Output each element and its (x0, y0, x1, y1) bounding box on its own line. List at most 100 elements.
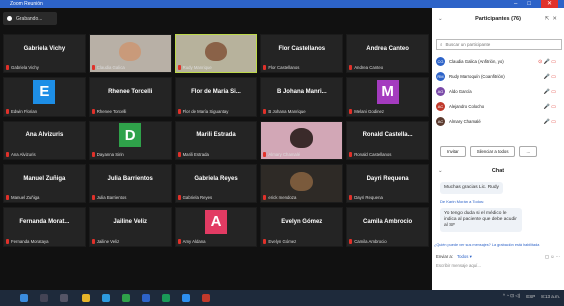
participant-name-label: Julia Barrientos (96, 195, 127, 201)
video-tile[interactable]: erick mendoza (260, 163, 344, 204)
participant-face (290, 128, 314, 148)
tile-center: D (90, 122, 171, 149)
video-tile[interactable]: Rudy Manrique (174, 34, 258, 74)
participant-name-label: Ana Alvizuris (11, 151, 36, 157)
video-tile[interactable]: Ana Alvizuris Ana Alvizuris (3, 120, 86, 160)
tile-center: Fernanda Morat... (4, 208, 85, 235)
video-tile[interactable]: A Amy Aldana (174, 207, 258, 247)
video-tile[interactable]: Andrea Canteo Andrea Canteo (346, 34, 429, 74)
video-tile[interactable]: Camila Ambrocio Camila Ambrocio (346, 207, 429, 247)
tile-center: Andrea Canteo (347, 35, 428, 62)
participant-name-label: Flor Castellanos (268, 65, 300, 71)
mute-all-button[interactable]: Silenciar a todos (469, 146, 516, 157)
participant-name: Aldo García (449, 89, 472, 94)
video-tile[interactable]: Jailine Veliz Jailine Veliz (88, 207, 172, 247)
tile-footer: Flor Castellanos (263, 65, 300, 71)
chat-message-input[interactable]: Escribir mensaje aquí... (436, 263, 481, 268)
participant-name-label: Fernanda Morataya (11, 238, 49, 244)
participants-title: Participantes (76) (475, 16, 521, 22)
chat-tools-icons[interactable]: ▢ ☺ ··· (545, 254, 560, 260)
video-tile[interactable]: Flor de María Si... Flor de María Siguant… (174, 77, 258, 117)
video-tile[interactable]: Marili Estrada Marili Estrada (174, 120, 258, 160)
participant-list-item[interactable]: AC Alejandro Colocho 🎤 ▭ (436, 99, 556, 114)
collapse-chevron-icon[interactable]: ⌄ (438, 16, 443, 22)
video-tile[interactable]: B Johana Manri... B Johana Manrique (260, 77, 344, 117)
task-view-icon[interactable] (60, 294, 68, 302)
video-tile[interactable]: Evelyn Gómez Evelyn Gómez (260, 207, 344, 247)
tile-footer: Ronald Castellanos (349, 151, 392, 157)
tile-center: Camila Ambrocio (347, 208, 428, 235)
participant-name-label: Evelyn Gómez (268, 238, 297, 244)
participant-name: Alejandro Colocho (449, 104, 485, 109)
participant-display-name: Flor de María Si... (191, 88, 241, 95)
chat-visibility-notice[interactable]: ¿Quién puede ver sus mensajes? La grabac… (434, 243, 562, 247)
more-options-button[interactable]: ... (519, 146, 538, 157)
send-to-select[interactable]: Todos ▾ (457, 254, 472, 260)
tile-footer: Gabriela Vichy (6, 65, 39, 71)
video-tile[interactable]: Gabriela Vichy Gabriela Vichy (3, 34, 86, 74)
muted-mic-icon (349, 65, 353, 71)
participant-list-item[interactable]: CG Claudia Galica (Anfitrión, yo) ⊙ 🎤 ▭ (436, 54, 556, 69)
maximize-button[interactable]: □ (527, 0, 531, 8)
muted-mic-icon (91, 65, 95, 71)
file-explorer-icon[interactable] (82, 294, 90, 302)
chat-collapse-chevron-icon[interactable]: ⌄ (438, 168, 443, 174)
tile-center: Dayri Requena (347, 165, 428, 192)
tile-footer: Evelyn Gómez (263, 238, 297, 244)
video-tile[interactable]: Claudia Galica (88, 34, 172, 74)
participant-display-name: Gabriela Vichy (23, 45, 66, 52)
participant-avatar: AC (436, 117, 445, 126)
tile-center: Gabriela Vichy (4, 35, 85, 62)
panel-popout-icons[interactable]: ⇱✕ (545, 16, 560, 22)
zoom-icon[interactable] (182, 294, 190, 302)
chrome-icon[interactable] (122, 294, 130, 302)
participant-display-name: Gabriela Reyes (194, 175, 238, 182)
search-placeholder: Buscar un participante (445, 42, 491, 47)
video-tile[interactable]: E Edwin Florian (3, 77, 86, 117)
search-taskbar-icon[interactable] (40, 294, 48, 302)
participant-name-label: Amy Aldana (182, 238, 206, 244)
tile-footer: Amy Aldana (177, 238, 206, 244)
video-tile[interactable]: Dayri Requena Dayri Requena (346, 163, 429, 204)
video-tile[interactable]: Gabriela Reyes Gabriela Reyes (174, 163, 258, 204)
video-tile[interactable]: Julia Barrientos Julia Barrientos (88, 163, 172, 204)
participant-list-item[interactable]: AG Aldo García 🎤 ▭ (436, 84, 556, 99)
participant-name-label: Ronald Castellanos (354, 151, 392, 157)
tile-footer: Andrea Canteo (349, 65, 383, 71)
participant-list: CG Claudia Galica (Anfitrión, yo) ⊙ 🎤 ▭ RM R… (436, 54, 556, 129)
tile-center: E (4, 78, 85, 105)
close-button[interactable]: ✕ (540, 0, 558, 8)
edge-browser-icon[interactable] (102, 294, 110, 302)
pdf-icon[interactable] (202, 294, 210, 302)
video-tile[interactable]: Ronald Castella... Ronald Castellanos (346, 120, 429, 160)
participant-name-label: Rhenee Torcelli (96, 108, 127, 114)
windows-start-icon[interactable] (20, 294, 28, 302)
video-tile[interactable]: Flor Castellanos Flor Castellanos (260, 34, 344, 74)
video-tile[interactable]: Manuel Zuñiga Manuel Zuñiga (3, 163, 86, 204)
participant-list-item[interactable]: AC Almary Chamalé 🎤 ▭ (436, 114, 556, 129)
video-tile[interactable]: Fernanda Morat... Fernanda Morataya (3, 207, 86, 247)
participant-face (290, 171, 314, 192)
tray-icons[interactable]: ^ ◔ ⊡ ◁) (503, 293, 520, 299)
language-indicator[interactable]: ESP (526, 294, 535, 299)
video-tile[interactable]: M Melani Godinez (346, 77, 429, 117)
video-tile[interactable]: Rhenee Torcelli Rhenee Torcelli (88, 77, 172, 117)
excel-icon[interactable] (162, 294, 170, 302)
invite-button[interactable]: Invitar (440, 146, 466, 157)
minimize-button[interactable]: – (514, 0, 517, 8)
participant-search-input[interactable]: ⌕ Buscar un participante (436, 39, 562, 50)
word-icon[interactable] (142, 294, 150, 302)
participant-name-label: Manuel Zuñiga (11, 195, 40, 201)
participant-name-label: Dayanna Sirin (96, 151, 124, 157)
video-tile[interactable]: Almary Chamalé (260, 120, 344, 160)
participant-list-item[interactable]: RM Rudy Marroquín (Coanfitrión) 🎤 ▭ (436, 69, 556, 84)
participant-avatar: CG (436, 57, 445, 66)
video-tile[interactable]: D Dayanna Sirin (88, 120, 172, 160)
participant-display-name: Evelyn Gómez (281, 218, 323, 225)
tile-center: Julia Barrientos (90, 165, 171, 192)
participant-name-label: Edwin Florian (11, 108, 38, 114)
mic-video-status-icons: 🎤 ▭ (543, 103, 556, 110)
recording-indicator[interactable]: Grabando... (3, 12, 57, 25)
participant-name-label: Flor de María Siguantay (182, 108, 229, 114)
clock[interactable]: 8:13 a.m. (541, 294, 560, 299)
